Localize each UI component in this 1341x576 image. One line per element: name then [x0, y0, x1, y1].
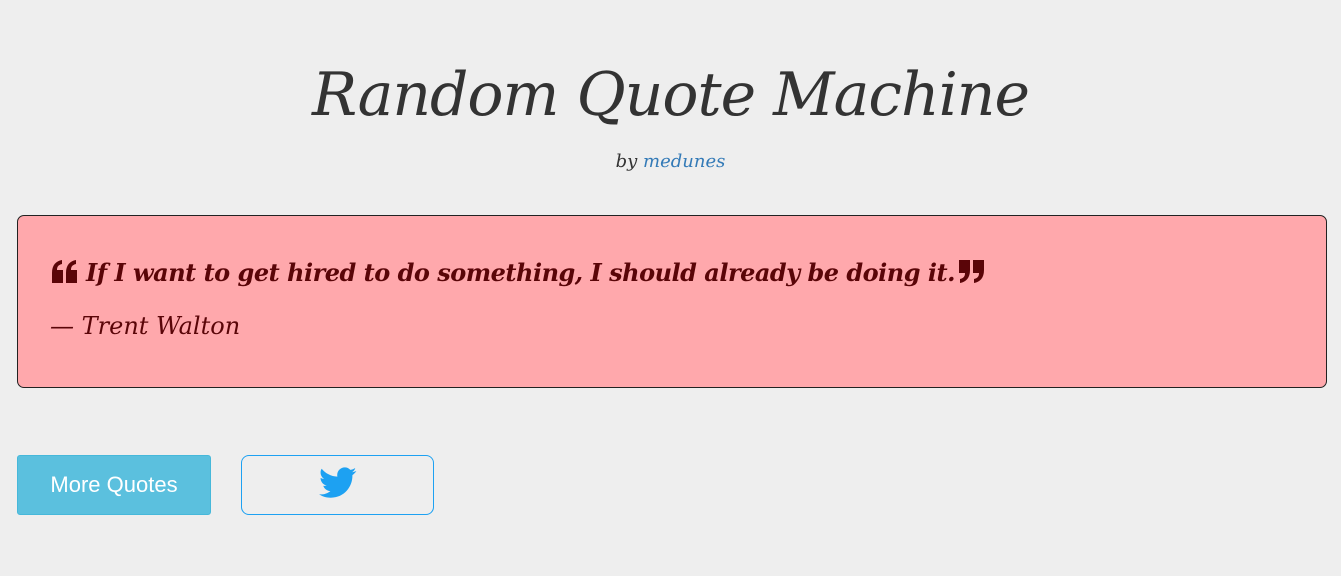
- quote-right-icon: [957, 259, 987, 285]
- byline-prefix: by: [615, 151, 638, 172]
- tweet-button[interactable]: [241, 455, 434, 515]
- quote-author: — Trent Walton: [50, 312, 241, 340]
- quote-box: If I want to get hired to do something, …: [17, 215, 1327, 388]
- more-quotes-button[interactable]: More Quotes: [17, 455, 211, 515]
- author-profile-link[interactable]: medunes: [643, 151, 725, 172]
- quote-left-icon: [50, 259, 80, 285]
- quote-text: If I want to get hired to do something, …: [86, 257, 955, 287]
- twitter-icon: [318, 467, 357, 503]
- byline: by medunes: [0, 148, 1341, 176]
- page-title: Random Quote Machine: [312, 60, 1030, 130]
- quote-line: If I want to get hired to do something, …: [50, 252, 987, 292]
